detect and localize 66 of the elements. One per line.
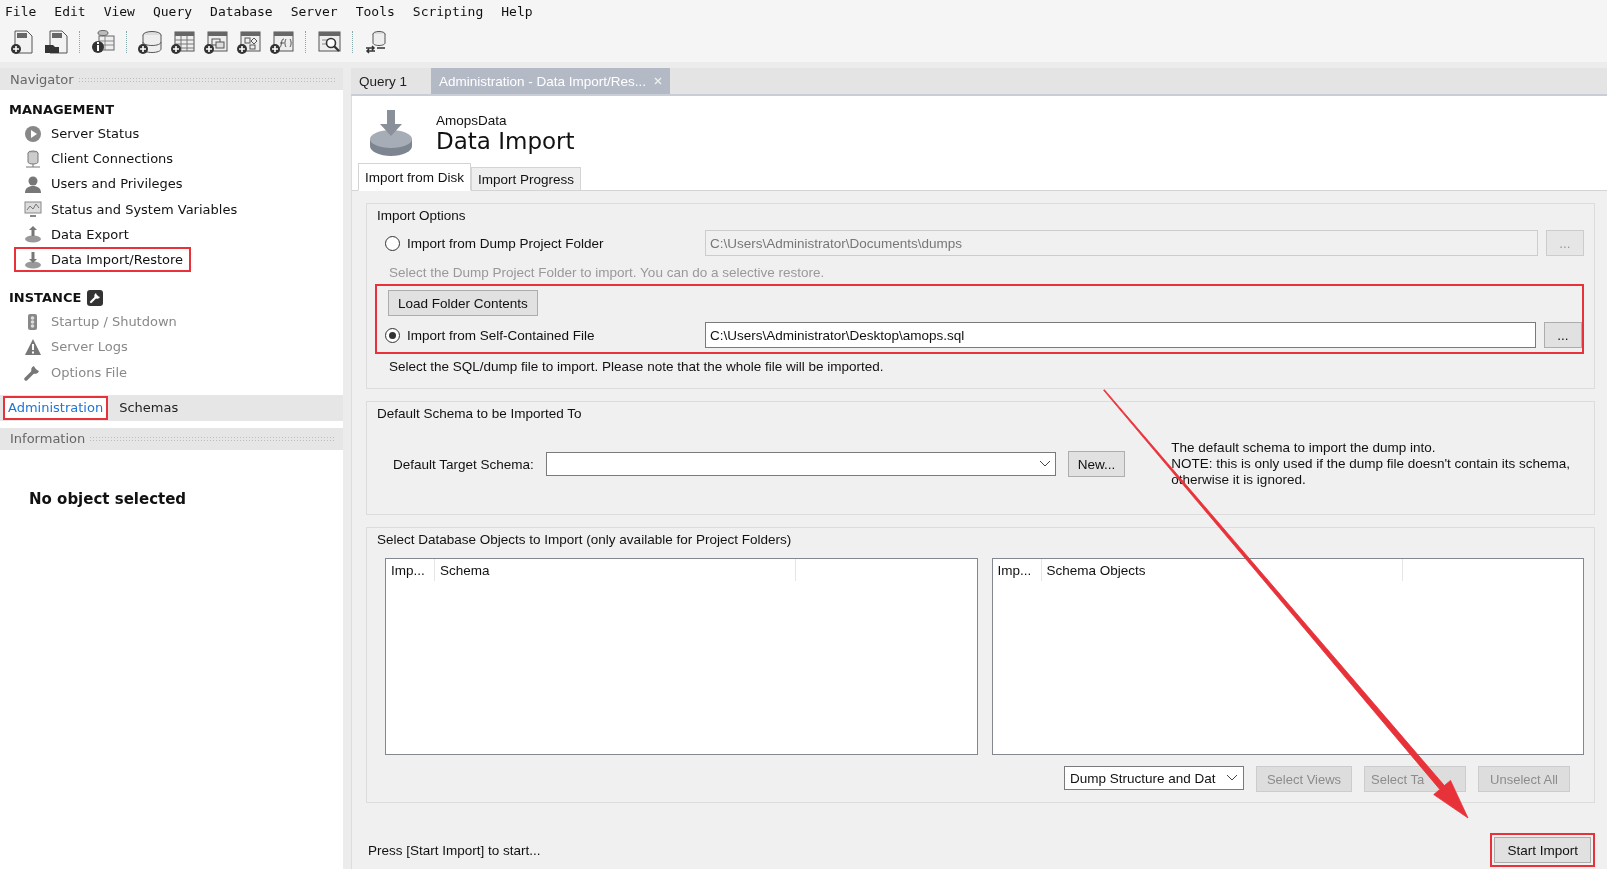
function-plus-icon[interactable]: [269, 28, 296, 56]
hint-text: Select the SQL/dump file to import. Please note that the whole file will be imported.: [389, 358, 884, 374]
menu-item[interactable]: View: [102, 3, 143, 19]
menu-item[interactable]: Server: [289, 3, 346, 19]
dump-mode-dropdown[interactable]: Dump Structure and Dat: [1064, 766, 1244, 790]
info-table-icon[interactable]: [90, 28, 117, 56]
table-plus-icon[interactable]: [170, 28, 197, 56]
group-title: Import Options: [377, 207, 466, 223]
column-header[interactable]: Imp...: [992, 559, 1042, 581]
status-text: Press [Start Import] to start...: [368, 842, 541, 858]
tab[interactable]: Import from Disk: [358, 163, 471, 191]
schema-dropdown[interactable]: [545, 452, 1056, 476]
sql-file-folder-icon[interactable]: [43, 28, 70, 56]
panel-tab[interactable]: Administration: [3, 395, 109, 420]
list-table[interactable]: Imp... Schema Objects: [991, 558, 1584, 755]
wrench-icon: [24, 363, 42, 382]
sidebar-item[interactable]: Users and Privileges: [14, 171, 191, 197]
tab[interactable]: Import Progress: [471, 167, 582, 191]
shapes-plus-icon[interactable]: [236, 28, 263, 56]
download-disk-icon: [24, 250, 42, 269]
chevron-down-icon: [1226, 774, 1238, 782]
panel-tab[interactable]: Schemas: [114, 395, 184, 420]
field-label: Default Target Schema:: [393, 456, 534, 472]
list-table[interactable]: Imp... Schema: [385, 558, 978, 755]
path-field[interactable]: C:\Users\Administrator\Desktop\amops.sql: [705, 322, 1536, 348]
menu-item[interactable]: Tools: [354, 3, 403, 19]
new-button[interactable]: New...: [1067, 451, 1126, 477]
menu-item[interactable]: Query: [151, 3, 201, 19]
database-network-icon: [24, 149, 42, 168]
windows-plus-icon[interactable]: [203, 28, 230, 56]
browse-button[interactable]: ...: [1544, 322, 1582, 348]
upload-disk-icon: [24, 225, 42, 244]
group-title: Default Schema to be Imported To: [377, 405, 582, 421]
menu-item[interactable]: Edit: [53, 3, 94, 19]
menu-item[interactable]: Database: [209, 3, 281, 19]
sidebar-item[interactable]: Data Import/Restore: [14, 246, 192, 273]
group-title: Select Database Objects to Import (only available for Project Folders): [377, 531, 792, 547]
column-header[interactable]: Imp...: [386, 559, 435, 581]
sidebar-item[interactable]: Data Export: [14, 221, 137, 247]
editor-tab[interactable]: Query 1: [351, 68, 416, 94]
warning-icon: [24, 337, 42, 356]
download-disk-icon: [368, 108, 414, 158]
sidebar-item[interactable]: Status and System Variables: [14, 196, 246, 222]
database-plus-icon[interactable]: [137, 28, 164, 56]
page-title: Data Import: [436, 127, 575, 154]
chevron-down-icon: [1038, 460, 1051, 468]
radio-button[interactable]: Import from Self-Contained File: [385, 327, 697, 343]
section-heading: MANAGEMENT: [9, 102, 115, 117]
wrench-badge-icon: [87, 289, 104, 306]
load-folder-button[interactable]: Load Folder Contents: [388, 290, 538, 316]
menu-item[interactable]: File: [4, 3, 45, 19]
sidebar-item[interactable]: Client Connections: [14, 146, 182, 172]
hint-text: Select the Dump Project Folder to import. You can do a selective restore.: [389, 264, 825, 280]
sidebar-item[interactable]: Server Status: [14, 121, 148, 147]
menu-item[interactable]: Scripting: [411, 3, 492, 19]
panel-title: Information: [10, 431, 86, 447]
menu-item[interactable]: Help: [500, 3, 541, 19]
monitor-chart-icon: [24, 200, 42, 219]
connection-name: AmopsData: [436, 112, 508, 128]
play-circle-icon: [24, 124, 42, 143]
panel-title: Navigator: [10, 71, 74, 87]
user-icon: [24, 174, 42, 193]
info-message: No object selected: [28, 488, 188, 508]
column-header[interactable]: Schema: [435, 559, 796, 581]
start-import-button[interactable]: Start Import: [1494, 837, 1591, 863]
section-heading: INSTANCE: [9, 290, 82, 306]
